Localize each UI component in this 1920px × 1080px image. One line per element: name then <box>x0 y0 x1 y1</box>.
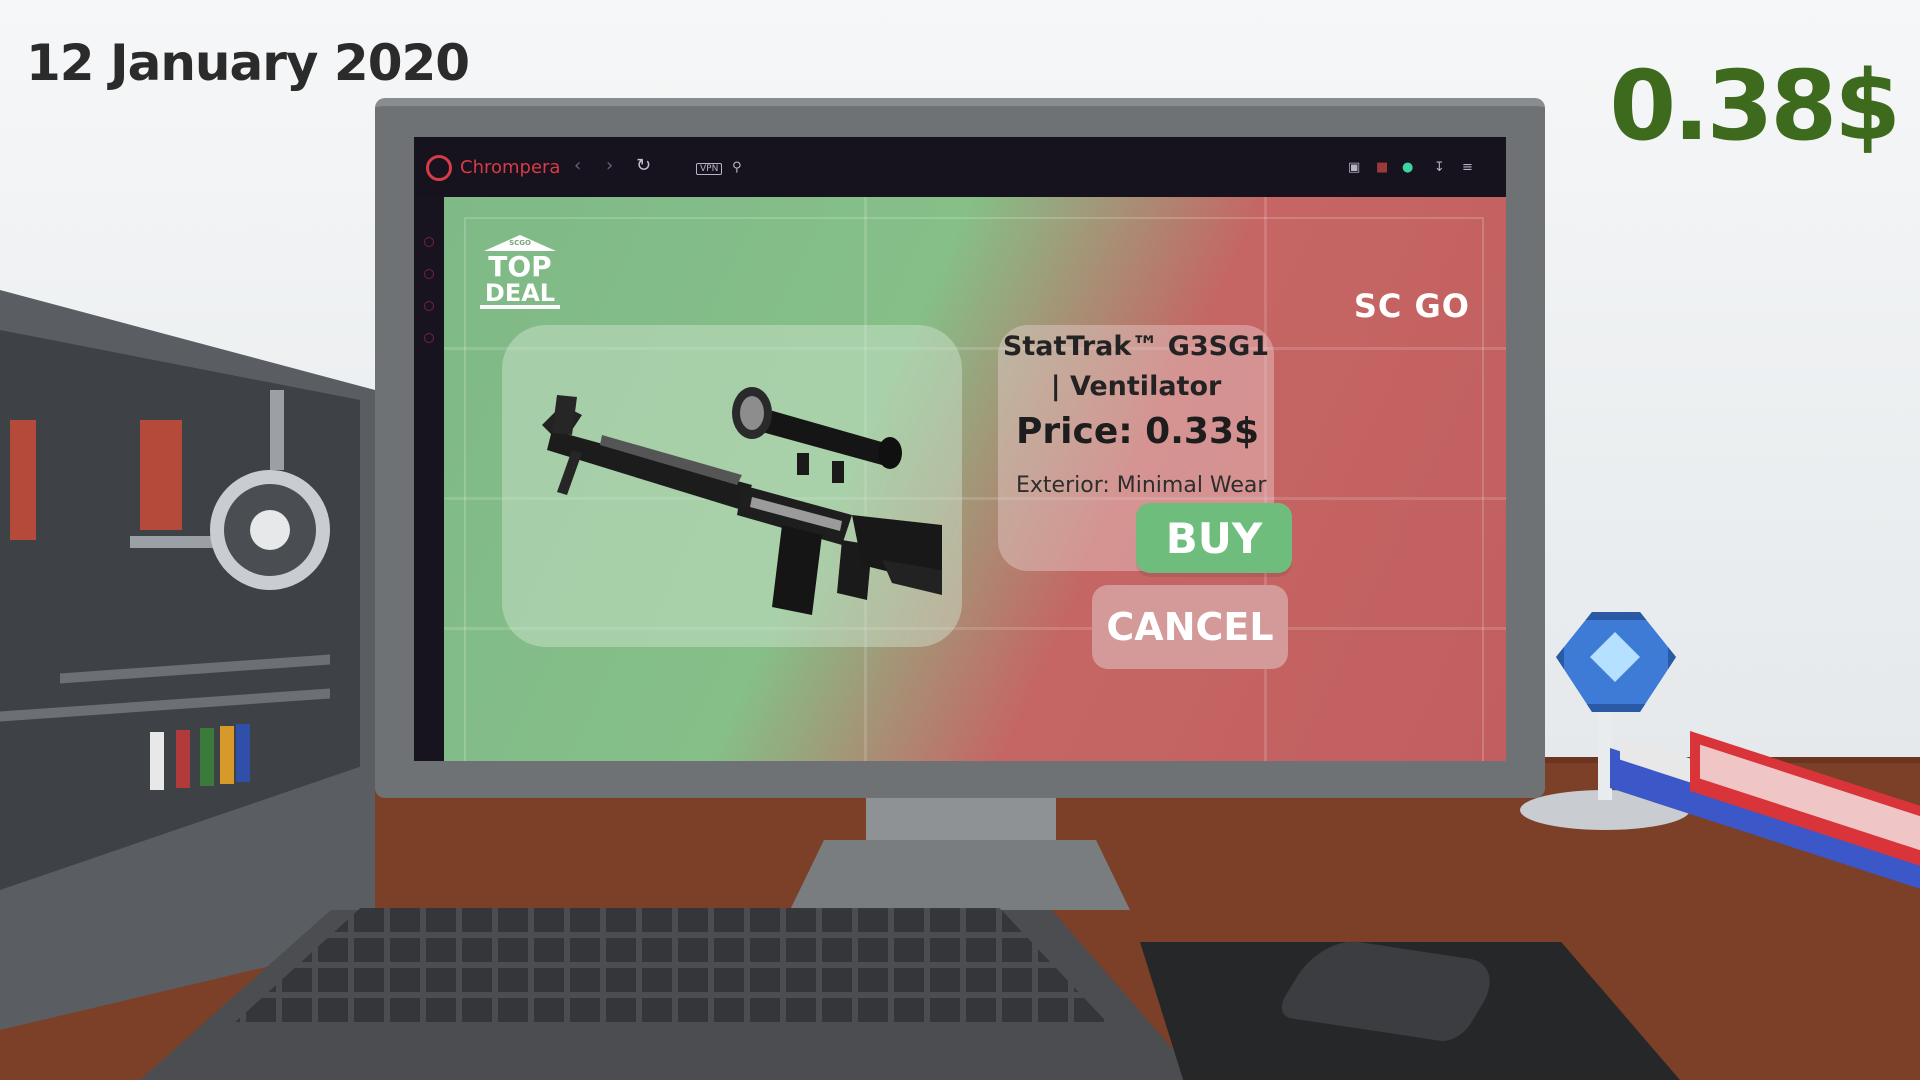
player-balance: 0.38$ <box>1609 50 1901 162</box>
sidebar-icon[interactable] <box>424 333 434 343</box>
pc-ram-stick <box>220 726 234 784</box>
extension-icon[interactable]: ● <box>1402 160 1413 175</box>
vpn-toggle[interactable]: VPN <box>696 163 723 175</box>
settings-icon[interactable]: ≡ <box>1462 160 1473 175</box>
browser-name: Chrompera <box>460 157 561 178</box>
item-image-card <box>502 325 962 647</box>
pc-ram-stick <box>200 728 214 786</box>
sidebar-icon[interactable] <box>424 301 434 311</box>
box-icon[interactable]: ■ <box>1376 160 1388 175</box>
game-logo: SC GO <box>1353 287 1470 325</box>
pc-component <box>10 420 36 540</box>
top-deal-logo-small: SCGO <box>509 239 531 247</box>
back-icon[interactable]: ‹ <box>574 155 581 176</box>
browser-toolbar: Chrompera ‹ › ↻ VPN ⚲ ▣ ■ ● ↧ ≡ <box>414 137 1506 197</box>
download-icon[interactable]: ↧ <box>1434 160 1445 175</box>
pc-ram-stick <box>150 732 164 790</box>
pc-fan-hub <box>250 510 290 550</box>
keyboard-rows <box>228 908 1113 1028</box>
top-deal-logo: SCGO TOP DEAL <box>480 235 560 309</box>
monitor-neck <box>866 798 1056 846</box>
rifle-image <box>542 387 942 615</box>
monitor-stand <box>790 840 1130 910</box>
top-deal-logo-top: TOP <box>488 250 552 283</box>
pc-ram-stick <box>176 730 190 788</box>
search-icon[interactable]: ⚲ <box>732 160 742 175</box>
offer-page: SCGO TOP DEAL SC GO StatTrak™ G3SG1 | Ve… <box>444 197 1506 761</box>
sidebar-icon[interactable] <box>424 237 434 247</box>
browser-sidebar <box>414 197 444 761</box>
forward-icon[interactable]: › <box>606 155 613 176</box>
camera-icon[interactable]: ▣ <box>1348 160 1360 175</box>
cancel-button[interactable]: CANCEL <box>1092 585 1288 669</box>
item-name: StatTrak™ G3SG1 | Ventilator <box>1002 331 1270 402</box>
pc-cooling-pipe <box>270 390 284 470</box>
item-exterior: Exterior: Minimal Wear <box>1016 473 1267 498</box>
pc-ram-stick <box>236 724 250 782</box>
pc-component <box>140 420 182 530</box>
buy-button[interactable]: BUY <box>1136 503 1292 573</box>
browser-logo-icon <box>426 155 452 181</box>
top-deal-logo-bottom: DEAL <box>480 281 560 309</box>
monitor-screen: Chrompera ‹ › ↻ VPN ⚲ ▣ ■ ● ↧ ≡ SCGO TOP… <box>414 137 1506 761</box>
reload-icon[interactable]: ↻ <box>636 155 651 176</box>
game-date: 12 January 2020 <box>26 34 470 92</box>
item-price: Price: 0.33$ <box>1016 411 1260 452</box>
sidebar-icon[interactable] <box>424 269 434 279</box>
